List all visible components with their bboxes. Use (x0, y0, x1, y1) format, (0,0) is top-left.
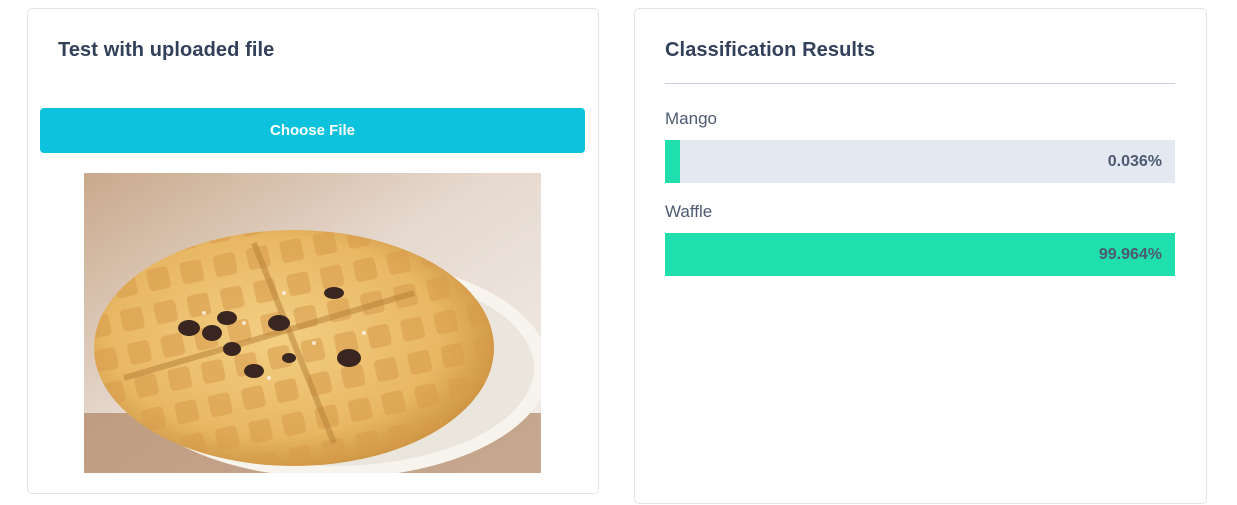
result-value-waffle: 99.964% (1098, 245, 1162, 263)
result-bar-mango: 0.036% (665, 140, 1175, 183)
result-bar-fill-mango (665, 140, 680, 183)
choose-file-button[interactable]: Choose File (40, 108, 585, 153)
result-label-mango: Mango (665, 109, 717, 128)
upload-card-title: Test with uploaded file (58, 39, 275, 61)
result-label-waffle: Waffle (665, 202, 713, 221)
result-bar-waffle: 99.964% (665, 233, 1175, 276)
results-divider (665, 83, 1175, 84)
results-card-title: Classification Results (665, 39, 876, 61)
result-value-mango: 0.036% (1107, 152, 1162, 170)
results-card: Classification Results Mango 0.036% Waff… (634, 8, 1207, 504)
uploaded-image (84, 173, 541, 473)
upload-card: Test with uploaded file Choose File (27, 8, 599, 494)
